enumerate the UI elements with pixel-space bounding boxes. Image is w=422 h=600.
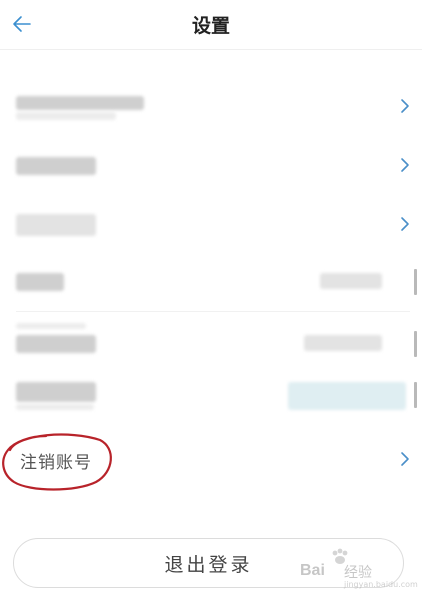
redacted-label	[16, 214, 96, 236]
redacted-sublabel	[16, 112, 116, 120]
scroll-indicator	[414, 269, 417, 295]
watermark: Bai 经验 jingyan.baidu.com	[300, 548, 418, 592]
watermark-name: 经验	[344, 565, 372, 581]
chevron-right-icon	[401, 452, 409, 466]
redacted-label	[16, 335, 96, 353]
chevron-right-icon	[401, 99, 409, 113]
row-divider	[16, 311, 410, 312]
watermark-sub: jingyan.baidu.com	[344, 580, 418, 589]
redacted-value	[304, 335, 382, 351]
settings-row-2[interactable]	[0, 137, 422, 194]
settings-row-6[interactable]	[0, 370, 422, 427]
watermark-logo: Bai	[300, 562, 325, 579]
scroll-indicator	[414, 382, 417, 408]
settings-row-5[interactable]	[0, 313, 422, 370]
redacted-label	[16, 96, 144, 110]
chevron-right-icon	[401, 217, 409, 231]
redacted-value	[288, 382, 406, 410]
redacted-value	[320, 273, 382, 289]
page-title: 设置	[191, 15, 230, 37]
redacted-label	[16, 157, 96, 175]
top-bar: 设置	[0, 0, 422, 50]
redacted-label-top	[16, 323, 86, 329]
chevron-right-icon	[401, 158, 409, 172]
scroll-indicator	[414, 331, 417, 357]
settings-row-4[interactable]	[0, 255, 422, 312]
redacted-label-bottom	[16, 404, 94, 410]
redacted-label	[16, 273, 64, 291]
annotation-circle	[2, 433, 112, 491]
settings-row-1[interactable]	[0, 78, 422, 135]
logout-label: 退出登录	[164, 554, 253, 576]
redacted-label	[16, 382, 96, 402]
settings-row-3[interactable]	[0, 196, 422, 253]
